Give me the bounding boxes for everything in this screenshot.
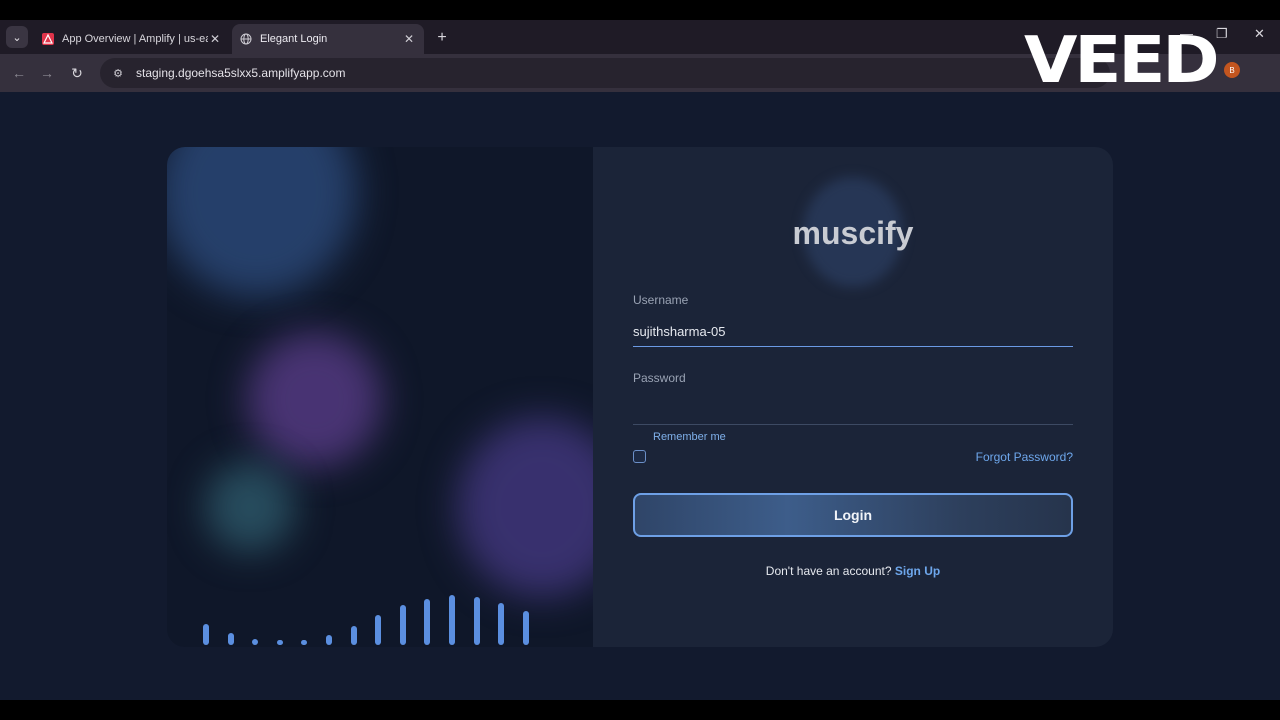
visualizer-bar: [399, 605, 406, 645]
letterbox-bottom: [0, 700, 1280, 720]
close-icon[interactable]: ✕: [402, 32, 416, 46]
username-input[interactable]: [633, 317, 1073, 347]
remember-me-checkbox[interactable]: [633, 450, 646, 463]
login-card: muscify Username Password Remember me Fo…: [167, 147, 1113, 647]
visualizer-bar: [449, 595, 455, 645]
back-arrow-icon[interactable]: ←: [10, 64, 28, 82]
brand-title: muscify: [792, 215, 914, 251]
tab-app-overview[interactable]: App Overview | Amplify | us-ea ✕: [34, 24, 230, 54]
signup-prompt: Don't have an account?: [765, 564, 892, 578]
forgot-password-link[interactable]: Forgot Password?: [973, 450, 1073, 464]
close-icon[interactable]: ✕: [208, 32, 222, 46]
visualizer-bar: [252, 639, 259, 645]
tab-search-dropdown-button[interactable]: ⌄: [6, 26, 28, 48]
visualizer-bar: [203, 624, 209, 645]
password-label: Password: [633, 371, 686, 385]
username-label: Username: [633, 293, 689, 307]
url-text[interactable]: staging.dgoehsa5slxx5.amplifyapp.com: [136, 66, 345, 80]
visualizer-bar: [375, 615, 382, 645]
globe-icon: [240, 33, 252, 45]
login-form-panel: muscify Username Password Remember me Fo…: [593, 147, 1113, 647]
visualizer-bar: [424, 599, 431, 645]
password-input[interactable]: [633, 395, 1073, 425]
signup-link[interactable]: Sign Up: [895, 564, 940, 578]
visualizer-bar: [522, 611, 529, 645]
letterbox-top: [0, 0, 1280, 20]
amplify-icon: [42, 33, 54, 45]
tab-elegant-login[interactable]: Elegant Login ✕: [232, 24, 424, 54]
login-button[interactable]: Login: [633, 493, 1073, 537]
visual-panel: [167, 147, 593, 647]
address-bar[interactable]: ⚙ staging.dgoehsa5slxx5.amplifyapp.com: [100, 58, 1110, 88]
remember-me-label[interactable]: Remember me: [653, 431, 726, 443]
page-viewport: muscify Username Password Remember me Fo…: [0, 92, 1280, 700]
visualizer-bar: [473, 596, 480, 645]
audio-visualizer: [167, 147, 593, 647]
tab-title: App Overview | Amplify | us-ea: [62, 33, 208, 45]
profile-avatar[interactable]: B: [1224, 62, 1240, 78]
signup-row: Don't have an account? Sign Up: [593, 564, 1113, 578]
veed-watermark: VEED: [1024, 24, 1220, 98]
visualizer-bar: [326, 635, 332, 645]
visualizer-bar: [350, 626, 357, 645]
forward-arrow-icon[interactable]: →: [38, 64, 56, 82]
site-settings-icon[interactable]: ⚙: [110, 65, 126, 81]
visualizer-bar: [227, 632, 234, 645]
tab-title: Elegant Login: [260, 33, 328, 45]
new-tab-button[interactable]: +: [432, 28, 452, 48]
reload-icon[interactable]: ↻: [68, 64, 86, 82]
visualizer-bar: [276, 640, 283, 645]
visualizer-bar: [498, 602, 505, 645]
visualizer-bar: [301, 640, 308, 645]
